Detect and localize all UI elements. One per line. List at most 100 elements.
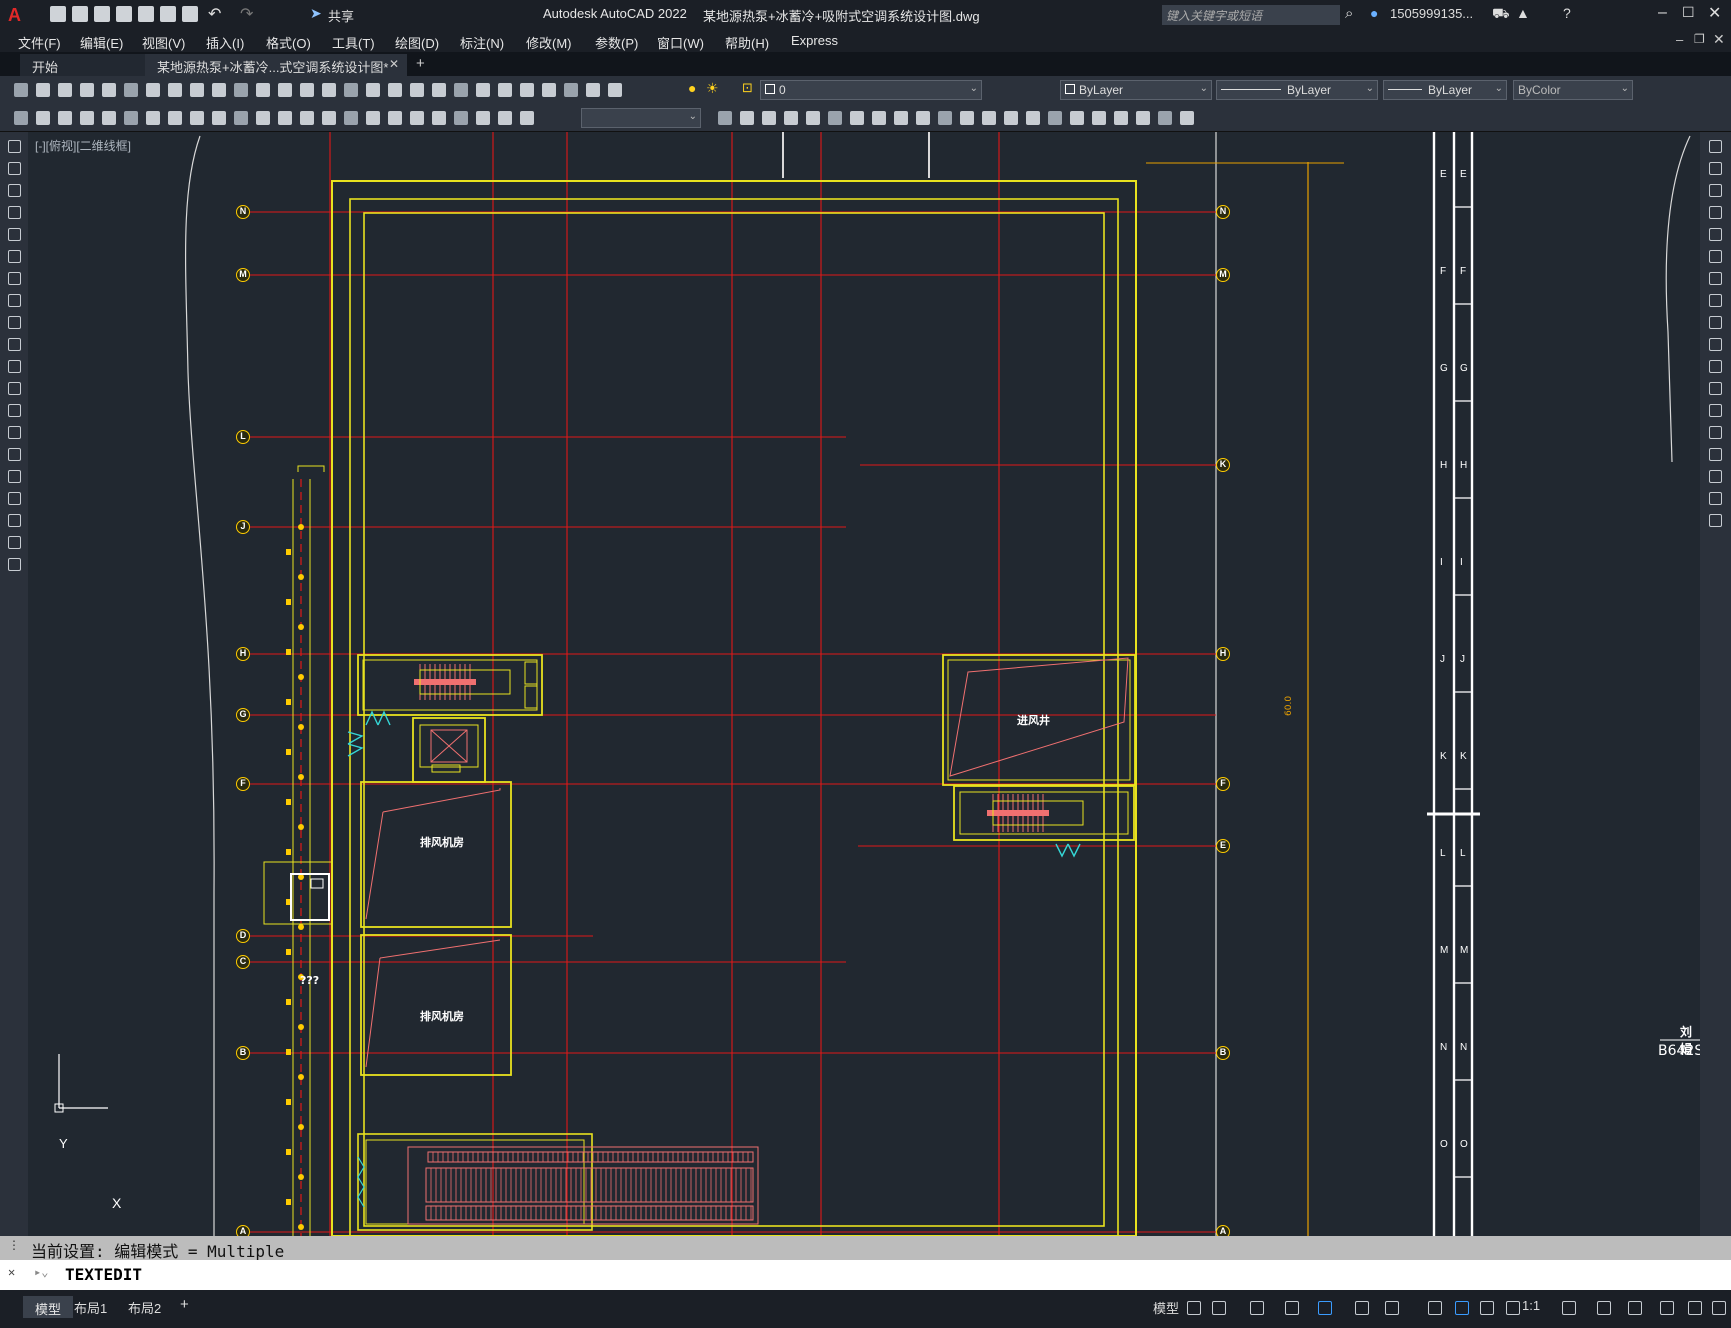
modify-tool-icon[interactable] bbox=[894, 111, 908, 125]
modify-tool-icon[interactable] bbox=[916, 111, 930, 125]
status-toggle-icon[interactable] bbox=[1628, 1301, 1642, 1315]
modify-tool-icon[interactable] bbox=[1709, 338, 1722, 351]
modify-tool-icon[interactable] bbox=[982, 111, 996, 125]
draw-tool-icon[interactable] bbox=[8, 448, 21, 461]
modify-tool-icon[interactable] bbox=[740, 111, 754, 125]
tab-start[interactable]: 开始 bbox=[20, 54, 150, 76]
draw-tool-icon[interactable] bbox=[8, 536, 21, 549]
menu-view[interactable]: 视图(V) bbox=[142, 33, 185, 52]
layer-dropdown[interactable]: 0 ⌄ bbox=[760, 80, 982, 100]
menu-tools[interactable]: 工具(T) bbox=[332, 33, 375, 52]
command-drag-handle[interactable]: ⋮ bbox=[8, 1238, 20, 1252]
modify-tool-icon[interactable] bbox=[938, 111, 952, 125]
draw-tool-icon[interactable] bbox=[8, 360, 21, 373]
open-web-icon[interactable] bbox=[138, 6, 154, 22]
cart-icon[interactable]: ⛟ bbox=[1492, 5, 1510, 24]
modify-tool-icon[interactable] bbox=[1709, 294, 1722, 307]
autodesk-app-icon[interactable]: ▲ bbox=[1516, 5, 1530, 21]
dimension-tool-icon[interactable] bbox=[234, 111, 248, 125]
draw-tool-icon[interactable] bbox=[8, 272, 21, 285]
modify-tool-icon[interactable] bbox=[1048, 111, 1062, 125]
toolbar-tool-icon[interactable] bbox=[168, 83, 182, 97]
toolbar-tool-icon[interactable] bbox=[432, 83, 446, 97]
modify-tool-icon[interactable] bbox=[828, 111, 842, 125]
maximize-icon[interactable]: ☐ bbox=[1682, 4, 1695, 21]
modify-tool-icon[interactable] bbox=[1136, 111, 1150, 125]
dimension-tool-icon[interactable] bbox=[432, 111, 446, 125]
lineweight-dropdown[interactable]: ByLayer ⌄ bbox=[1383, 80, 1507, 100]
toolbar-tool-icon[interactable] bbox=[256, 83, 270, 97]
status-toggle-icon[interactable] bbox=[1385, 1301, 1399, 1315]
status-toggle-icon[interactable] bbox=[1480, 1301, 1494, 1315]
toolbar-tool-icon[interactable] bbox=[80, 83, 94, 97]
search-input[interactable]: 键入关键字或短语 bbox=[1162, 5, 1340, 25]
toolbar-tool-icon[interactable] bbox=[564, 83, 578, 97]
draw-tool-icon[interactable] bbox=[8, 250, 21, 263]
status-toggle-icon[interactable] bbox=[1285, 1301, 1299, 1315]
color-dropdown[interactable]: ByLayer ⌄ bbox=[1060, 80, 1212, 100]
command-line[interactable]: ✕ ▸⌄ TEXTEDIT bbox=[0, 1260, 1731, 1290]
modify-tool-icon[interactable] bbox=[1004, 111, 1018, 125]
modify-tool-icon[interactable] bbox=[872, 111, 886, 125]
toolbar-tool-icon[interactable] bbox=[454, 83, 468, 97]
modify-tool-icon[interactable] bbox=[1709, 316, 1722, 329]
modify-tool-icon[interactable] bbox=[1709, 426, 1722, 439]
layout-tab-1[interactable]: 布局1 bbox=[74, 1298, 107, 1317]
dimension-tool-icon[interactable] bbox=[322, 111, 336, 125]
status-toggle-icon[interactable] bbox=[1597, 1301, 1611, 1315]
dimension-tool-icon[interactable] bbox=[454, 111, 468, 125]
dimension-tool-icon[interactable] bbox=[14, 111, 28, 125]
modify-tool-icon[interactable] bbox=[1709, 228, 1722, 241]
toolbar-tool-icon[interactable] bbox=[212, 83, 226, 97]
draw-tool-icon[interactable] bbox=[8, 426, 21, 439]
minimize-icon[interactable]: – bbox=[1658, 4, 1667, 22]
modify-tool-icon[interactable] bbox=[1709, 448, 1722, 461]
toolbar-tool-icon[interactable] bbox=[344, 83, 358, 97]
doc-minimize-icon[interactable]: – bbox=[1676, 32, 1683, 47]
dimstyle-dropdown[interactable]: ⌄ bbox=[581, 108, 701, 128]
status-toggle-icon[interactable] bbox=[1355, 1301, 1369, 1315]
dimension-tool-icon[interactable] bbox=[410, 111, 424, 125]
toolbar-tool-icon[interactable] bbox=[36, 83, 50, 97]
add-layout-icon[interactable]: + bbox=[180, 1296, 189, 1313]
share-label[interactable]: 共享 bbox=[328, 6, 354, 25]
menu-insert[interactable]: 插入(I) bbox=[206, 33, 244, 52]
open-file-icon[interactable] bbox=[72, 6, 88, 22]
draw-tool-icon[interactable] bbox=[8, 404, 21, 417]
toolbar-tool-icon[interactable] bbox=[234, 83, 248, 97]
model-space-button[interactable]: 模型 bbox=[1153, 1298, 1179, 1317]
toolbar-tool-icon[interactable] bbox=[322, 83, 336, 97]
search-icon[interactable]: ⌕ bbox=[1345, 5, 1353, 22]
modify-tool-icon[interactable] bbox=[1026, 111, 1040, 125]
share-icon[interactable]: ➤ bbox=[310, 5, 322, 22]
dimension-tool-icon[interactable] bbox=[80, 111, 94, 125]
redo-icon[interactable]: ↷ bbox=[240, 4, 253, 24]
draw-tool-icon[interactable] bbox=[8, 338, 21, 351]
modify-tool-icon[interactable] bbox=[1092, 111, 1106, 125]
status-toggle-icon[interactable] bbox=[1187, 1301, 1201, 1315]
toolbar-tool-icon[interactable] bbox=[14, 83, 28, 97]
draw-tool-icon[interactable] bbox=[8, 492, 21, 505]
modify-tool-icon[interactable] bbox=[1709, 514, 1722, 527]
dimension-tool-icon[interactable] bbox=[476, 111, 490, 125]
tab-close-icon[interactable]: ✕ bbox=[389, 57, 399, 71]
plot-icon[interactable] bbox=[182, 6, 198, 22]
draw-tool-icon[interactable] bbox=[8, 294, 21, 307]
toolbar-tool-icon[interactable] bbox=[498, 83, 512, 97]
dimension-tool-icon[interactable] bbox=[124, 111, 138, 125]
dimension-tool-icon[interactable] bbox=[168, 111, 182, 125]
menu-express[interactable]: Express bbox=[791, 33, 838, 48]
draw-tool-icon[interactable] bbox=[8, 228, 21, 241]
command-prompt-icon[interactable]: ▸⌄ bbox=[34, 1265, 48, 1279]
toolbar-tool-icon[interactable] bbox=[278, 83, 292, 97]
modify-tool-icon[interactable] bbox=[1709, 492, 1722, 505]
toolbar-tool-icon[interactable] bbox=[58, 83, 72, 97]
modify-tool-icon[interactable] bbox=[1709, 250, 1722, 263]
status-toggle-icon[interactable] bbox=[1455, 1301, 1469, 1315]
toolbar-tool-icon[interactable] bbox=[102, 83, 116, 97]
menu-modify[interactable]: 修改(M) bbox=[526, 33, 572, 52]
modify-tool-icon[interactable] bbox=[1180, 111, 1194, 125]
toolbar-tool-icon[interactable] bbox=[586, 83, 600, 97]
modify-tool-icon[interactable] bbox=[784, 111, 798, 125]
modify-tool-icon[interactable] bbox=[1709, 140, 1722, 153]
